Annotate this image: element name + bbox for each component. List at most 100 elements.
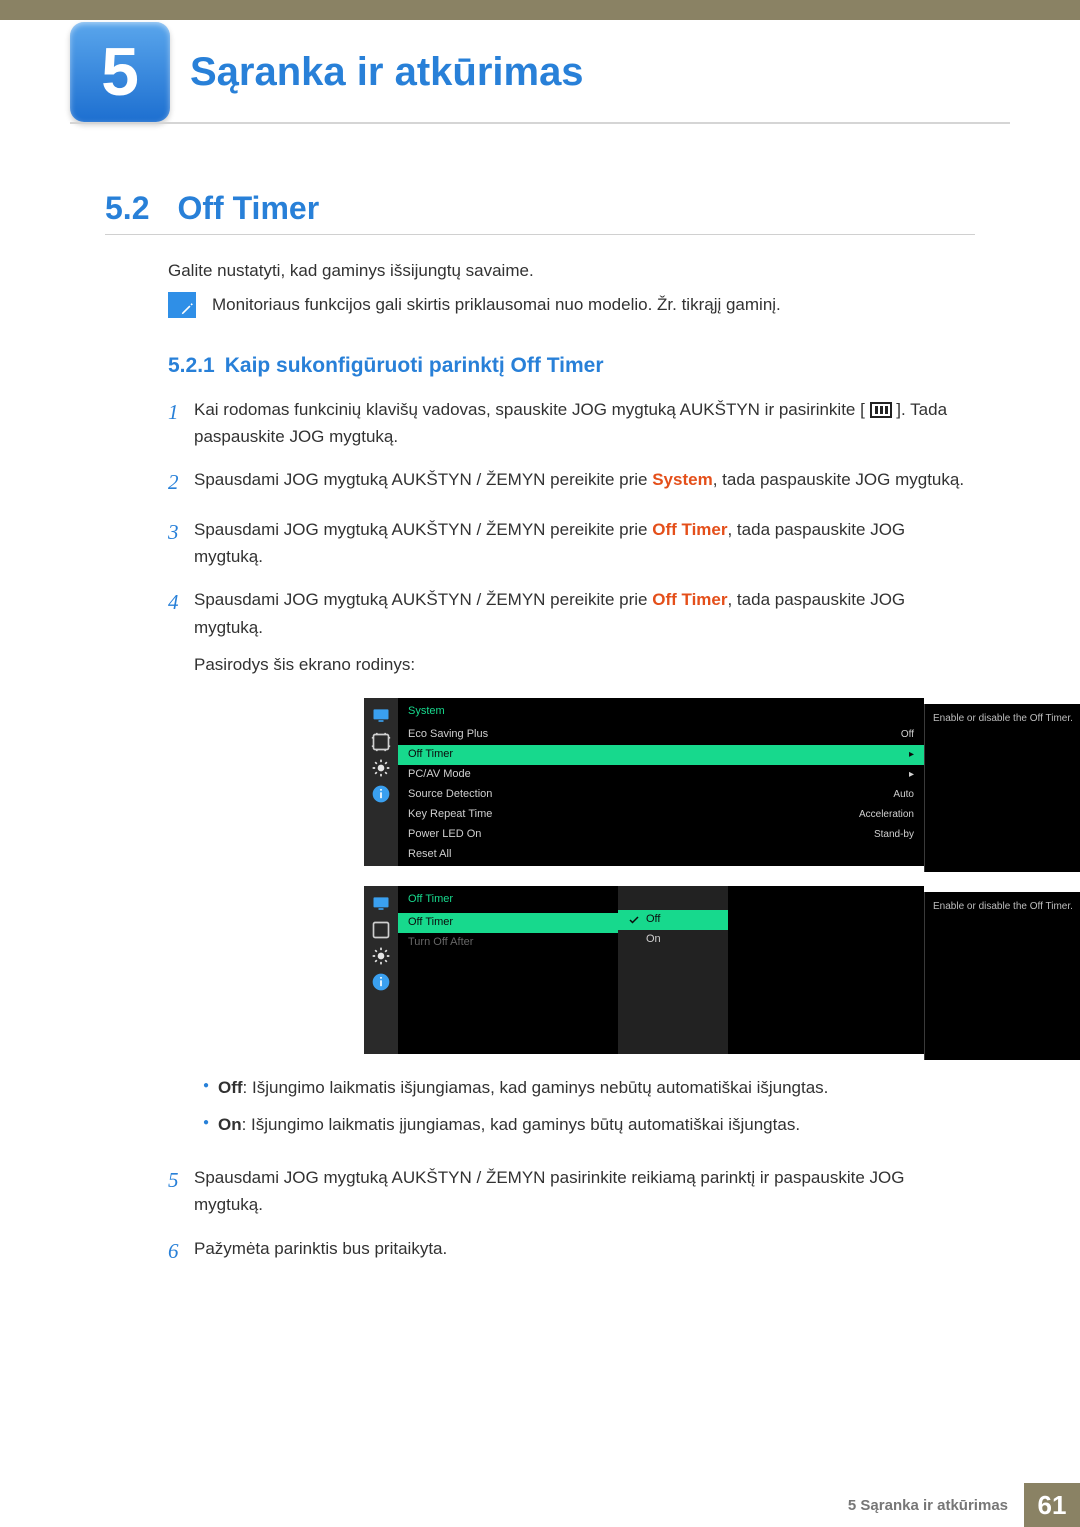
osd-row-label: Power LED On	[408, 826, 481, 844]
osd-row-label: Eco Saving Plus	[408, 726, 488, 744]
osd-row-value: Off	[901, 727, 914, 743]
osd-row-value: ▸	[909, 747, 914, 763]
step-4-highlight: Off Timer	[652, 590, 727, 609]
bullet-on: ● On: Išjungimo laikmatis įjungiamas, ka…	[194, 1111, 975, 1138]
osd-off-timer: Off Timer Off TimerTurn Off After OffOn …	[364, 886, 924, 1054]
osd-row[interactable]: PC/AV Mode▸	[398, 765, 924, 785]
osd-row-label: Reset All	[408, 846, 451, 864]
osd-menu: System Eco Saving PlusOffOff Timer▸PC/AV…	[398, 698, 924, 866]
osd-option[interactable]: On	[618, 930, 728, 950]
step-2-highlight: System	[652, 470, 712, 489]
bullet-on-text: : Išjungimo laikmatis įjungiamas, kad ga…	[242, 1115, 800, 1134]
osd-menu: Off Timer Off Timer Turn Off After	[398, 886, 618, 1054]
chapter-title: Sąranka ir atkūrimas	[190, 50, 584, 95]
gear-icon	[371, 758, 391, 778]
step-number: 4	[168, 586, 194, 1148]
bullet-on-label: On	[218, 1115, 242, 1134]
subsection-title: Kaip sukonfigūruoti parinktį Off Timer	[225, 354, 604, 377]
step-number: 3	[168, 516, 194, 570]
osd-row[interactable]: Key Repeat Time Acceleration	[398, 805, 924, 825]
osd-row-label: Turn Off After	[408, 934, 473, 952]
osd-row[interactable]: Power LED On Stand-by	[398, 825, 924, 845]
osd-row-label: PC/AV Mode	[408, 766, 471, 784]
osd-row-label: Source Detection	[408, 786, 492, 804]
chapter-underline	[70, 122, 1010, 124]
step-5-text: Spausdami JOG mygtuką AUKŠTYN / ŽEMYN pa…	[194, 1164, 975, 1218]
osd-row-value: Acceleration	[859, 807, 914, 823]
option-bullets: ● Off: Išjungimo laikmatis išjungiamas, …	[194, 1074, 975, 1138]
step-number: 1	[168, 396, 194, 450]
step-4-after: Pasirodys šis ekrano rodinys:	[194, 651, 975, 678]
menu-icon	[870, 402, 892, 418]
section-number: 5.2	[105, 190, 149, 226]
osd-row[interactable]: Reset All	[398, 845, 924, 865]
footer-text: 5 Sąranka ir atkūrimas	[832, 1483, 1024, 1527]
osd-option-label: On	[646, 931, 661, 949]
steps-list: 1 Kai rodomas funkcinių klavišų vadovas,…	[168, 396, 975, 1284]
osd-row-label: Key Repeat Time	[408, 806, 492, 824]
step-5: 5 Spausdami JOG mygtuką AUKŠTYN / ŽEMYN …	[168, 1164, 975, 1218]
note-icon	[168, 292, 196, 318]
gear-icon	[371, 946, 391, 966]
section-underline	[105, 234, 975, 235]
page: 5 Sąranka ir atkūrimas 5.2 Off Timer Gali…	[0, 0, 1080, 1527]
osd-row[interactable]: Source Detection Auto	[398, 785, 924, 805]
bullet-off-text: : Išjungimo laikmatis išjungiamas, kad g…	[243, 1078, 829, 1097]
chapter-badge: 5	[70, 22, 170, 122]
info-icon	[371, 972, 391, 992]
page-number: 61	[1024, 1483, 1080, 1527]
intro-text: Galite nustatyti, kad gaminys išsijungtų…	[168, 258, 975, 284]
step-2: 2 Spausdami JOG mygtuką AUKŠTYN / ŽEMYN …	[168, 466, 975, 500]
osd-row[interactable]: Turn Off After	[398, 933, 618, 953]
osd-row-value: Auto	[893, 787, 914, 803]
osd-row[interactable]: Off Timer ▸	[398, 745, 924, 765]
step-1: 1 Kai rodomas funkcinių klavišų vadovas,…	[168, 396, 975, 450]
osd-row-label: Off Timer	[408, 914, 453, 932]
step-number: 5	[168, 1164, 194, 1218]
bullet-off-label: Off	[218, 1078, 243, 1097]
subsection-heading: 5.2.1 Kaip sukonfigūruoti parinktį Off Ti…	[168, 354, 604, 378]
step-6: 6 Pažymėta parinktis bus pritaikyta.	[168, 1235, 975, 1269]
monitor-icon	[371, 706, 391, 726]
step-number: 6	[168, 1235, 194, 1269]
bullet-dot-icon: ●	[194, 1111, 218, 1138]
step-2-text-a: Spausdami JOG mygtuką AUKŠTYN / ŽEMYN pe…	[194, 470, 652, 489]
step-3-highlight: Off Timer	[652, 520, 727, 539]
step-1-text-a: Kai rodomas funkcinių klavišų vadovas, s…	[194, 400, 865, 419]
chapter-header: 5 Sąranka ir atkūrimas	[70, 22, 1010, 122]
chapter-number: 5	[101, 33, 139, 111]
step-4-text-a: Spausdami JOG mygtuką AUKŠTYN / ŽEMYN pe…	[194, 590, 652, 609]
bullet-dot-icon: ●	[194, 1074, 218, 1101]
osd-row[interactable]: Off Timer	[398, 913, 618, 933]
note-row: Monitoriaus funkcijos gali skirtis prikl…	[168, 292, 975, 318]
check-icon	[628, 914, 640, 926]
osd-sidebar	[364, 886, 398, 1054]
osd-row-value: Stand-by	[874, 827, 914, 843]
info-icon	[371, 784, 391, 804]
bullet-off: ● Off: Išjungimo laikmatis išjungiamas, …	[194, 1074, 975, 1101]
top-accent-bar	[0, 0, 1080, 20]
frame-icon	[371, 732, 391, 752]
step-6-text: Pažymėta parinktis bus pritaikyta.	[194, 1235, 975, 1269]
osd-row-label: Off Timer	[408, 746, 453, 764]
osd-tooltip: Enable or disable the Off Timer.	[924, 704, 1080, 872]
subsection-number: 5.2.1	[168, 354, 215, 377]
section-heading: 5.2 Off Timer	[105, 190, 319, 227]
osd-tooltip: Enable or disable the Off Timer.	[924, 892, 1080, 1060]
osd-title: Off Timer	[398, 886, 618, 913]
step-2-text-b: , tada paspauskite JOG mygtuką.	[713, 470, 964, 489]
frame-icon	[371, 920, 391, 940]
step-number: 2	[168, 466, 194, 500]
monitor-icon	[371, 894, 391, 914]
osd-option-label: Off	[646, 911, 660, 929]
osd-option[interactable]: Off	[618, 910, 728, 930]
osd-row[interactable]: Eco Saving Plus Off	[398, 725, 924, 745]
section-title: Off Timer	[177, 190, 319, 226]
osd-option-column: Off On	[618, 886, 728, 1054]
step-3: 3 Spausdami JOG mygtuką AUKŠTYN / ŽEMYN …	[168, 516, 975, 570]
note-text: Monitoriaus funkcijos gali skirtis prikl…	[212, 292, 781, 318]
step-4: 4 Spausdami JOG mygtuką AUKŠTYN / ŽEMYN …	[168, 586, 975, 1148]
osd-sidebar	[364, 698, 398, 866]
step-3-text-a: Spausdami JOG mygtuką AUKŠTYN / ŽEMYN pe…	[194, 520, 652, 539]
page-footer: 5 Sąranka ir atkūrimas 61	[0, 1483, 1080, 1527]
